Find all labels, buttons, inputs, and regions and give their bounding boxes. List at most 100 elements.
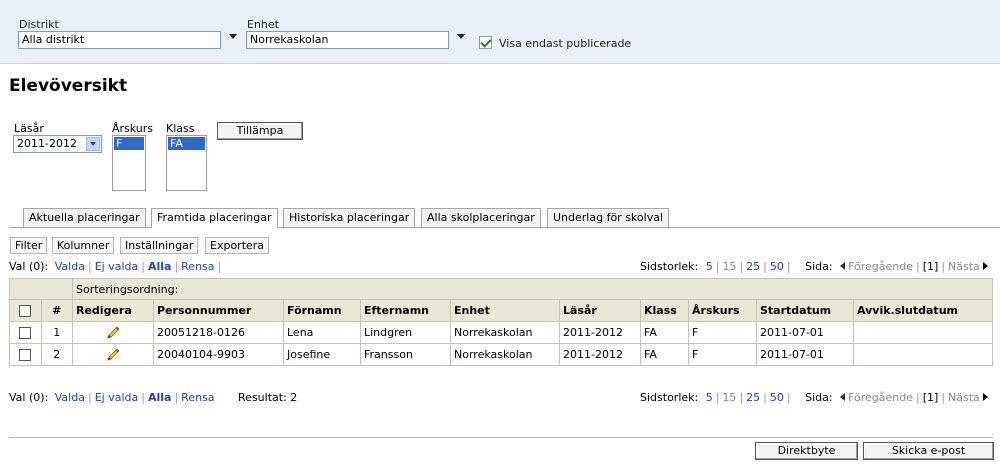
selection-bar-bottom: Val (0): Valda | Ej valda | Alla | Rensa Resul… xyxy=(9,391,298,404)
row-checkbox[interactable] xyxy=(19,349,32,361)
distrikt-dropdown-icon[interactable] xyxy=(229,34,237,39)
filter-tab[interactable]: Filter xyxy=(10,237,48,254)
col-avvik-slutdatum[interactable]: Avvik.slutdatum xyxy=(853,299,993,322)
select-alla-link[interactable]: Alla xyxy=(148,391,171,404)
row-slutdatum xyxy=(853,343,993,366)
arskurs-option[interactable]: F xyxy=(114,137,144,150)
row-personnummer: 20051218-0126 xyxy=(153,321,284,344)
col-efternamn[interactable]: Efternamn xyxy=(360,299,451,322)
prev-arrow-icon xyxy=(840,393,846,401)
rensa-link[interactable]: Rensa xyxy=(181,260,214,273)
tab-alla-skolplaceringar[interactable]: Alla skolplaceringar xyxy=(421,208,541,227)
col-klass[interactable]: Klass xyxy=(640,299,689,322)
row-efternamn: Lindgren xyxy=(360,321,451,344)
lasar-select[interactable]: 2011-2012 xyxy=(13,135,102,153)
row-startdatum: 2011-07-01 xyxy=(756,343,854,366)
select-all-cell xyxy=(9,299,42,322)
row-num: 1 xyxy=(40,321,73,344)
col-personnummer[interactable]: Personnummer xyxy=(153,299,284,322)
table-header: # Redigera Personnummer Förnamn Efternam… xyxy=(9,299,993,322)
visa-publicerade-label: Visa endast publicerade xyxy=(499,37,632,50)
prev-arrow-icon xyxy=(840,262,846,270)
select-valda-link[interactable]: Valda xyxy=(55,260,85,273)
apply-button[interactable]: Tillämpa xyxy=(217,122,303,140)
enhet-label: Enhet xyxy=(247,18,279,31)
page-size-5[interactable]: 5 xyxy=(706,260,713,273)
col-enhet[interactable]: Enhet xyxy=(450,299,560,322)
next-page-link[interactable]: Nästa xyxy=(948,391,980,404)
row-enhet: Norrekaskolan xyxy=(450,321,560,344)
distrikt-label: Distrikt xyxy=(19,18,59,31)
visa-publicerade-checkbox[interactable] xyxy=(479,36,492,49)
student-table: Sorteringsordning: # Redigera Personnumm… xyxy=(9,278,993,366)
send-email-button[interactable]: Skicka e-post xyxy=(863,442,994,460)
col-lasar[interactable]: Läsår xyxy=(559,299,641,322)
pencil-icon[interactable] xyxy=(105,325,121,341)
select-alla-link[interactable]: Alla xyxy=(148,260,171,273)
row-checkbox[interactable] xyxy=(19,327,32,339)
exportera-tab[interactable]: Exportera xyxy=(205,237,270,254)
row-lasar: 2011-2012 xyxy=(559,343,641,366)
installningar-tab[interactable]: Inställningar xyxy=(120,237,199,254)
select-all-checkbox[interactable] xyxy=(19,305,32,317)
row-personnummer: 20040104-9903 xyxy=(153,343,284,366)
prev-page-link[interactable]: Föregående xyxy=(848,391,913,404)
row-fornamn: Josefine xyxy=(283,343,361,366)
next-page-link[interactable]: Nästa xyxy=(948,260,980,273)
klass-option[interactable]: FA xyxy=(168,137,205,150)
arskurs-label: Årskurs xyxy=(112,122,154,135)
current-page: [1] xyxy=(922,391,939,404)
selection-count: Val (0): xyxy=(9,260,49,273)
enhet-input[interactable]: Norrekaskolan xyxy=(246,31,449,49)
direktbyte-button[interactable]: Direktbyte xyxy=(755,442,858,460)
row-num: 2 xyxy=(40,343,73,366)
page-size-15[interactable]: 15 xyxy=(722,260,736,273)
table-row[interactable]: 2 20040104-9903 Josefine Fransson Norrek… xyxy=(9,343,993,366)
next-arrow-icon xyxy=(982,393,988,401)
tab-historiska[interactable]: Historiska placeringar xyxy=(283,208,416,227)
page-size-25[interactable]: 25 xyxy=(746,391,760,404)
select-valda-link[interactable]: Valda xyxy=(55,391,85,404)
page-size-15[interactable]: 15 xyxy=(722,391,736,404)
lasar-label: Läsår xyxy=(14,122,44,135)
page-size-50[interactable]: 50 xyxy=(770,391,784,404)
table-row[interactable]: 1 20051218-0126 Lena Lindgren Norrekasko… xyxy=(9,321,993,344)
row-slutdatum xyxy=(853,321,993,344)
rensa-link[interactable]: Rensa xyxy=(181,391,214,404)
row-enhet: Norrekaskolan xyxy=(450,343,560,366)
col-arskurs[interactable]: Årskurs xyxy=(688,299,757,322)
pager-top: Sidstorlek: 5 | 15 | 25 | 50 | Sida: Föregående… xyxy=(640,260,988,273)
divider xyxy=(9,437,993,438)
tab-underlag-skolval[interactable]: Underlag för skolval xyxy=(547,208,669,227)
result-count: Resultat: 2 xyxy=(238,391,298,404)
prev-page-link[interactable]: Föregående xyxy=(848,260,913,273)
col-fornamn[interactable]: Förnamn xyxy=(283,299,361,322)
col-num[interactable]: # xyxy=(40,299,73,322)
enhet-dropdown-icon[interactable] xyxy=(457,34,465,39)
arskurs-listbox[interactable]: F xyxy=(112,135,146,191)
select-ej-valda-link[interactable]: Ej valda xyxy=(95,391,139,404)
filter-bar: Distrikt Alla distrikt Enhet Norrekaskol… xyxy=(0,0,1000,64)
chevron-down-icon xyxy=(86,137,100,151)
distrikt-input[interactable]: Alla distrikt xyxy=(18,31,221,49)
col-startdatum[interactable]: Startdatum xyxy=(756,299,854,322)
page-title: Elevöversikt xyxy=(9,76,128,96)
page-size-label: Sidstorlek: xyxy=(640,260,699,273)
kolumner-tab[interactable]: Kolumner xyxy=(52,237,115,254)
page-size-25[interactable]: 25 xyxy=(746,260,760,273)
row-fornamn: Lena xyxy=(283,321,361,344)
tab-aktuella[interactable]: Aktuella placeringar xyxy=(23,208,146,227)
pencil-icon[interactable] xyxy=(105,347,121,363)
col-redigera[interactable]: Redigera xyxy=(72,299,154,322)
lasar-value: 2011-2012 xyxy=(17,137,77,150)
page-size-50[interactable]: 50 xyxy=(770,260,784,273)
klass-listbox[interactable]: FA xyxy=(166,135,207,191)
page-label: Sida: xyxy=(805,260,833,273)
row-arskurs: F xyxy=(688,343,757,366)
page-size-label: Sidstorlek: xyxy=(640,391,699,404)
tab-framtida[interactable]: Framtida placeringar xyxy=(151,208,278,228)
select-ej-valda-link[interactable]: Ej valda xyxy=(95,260,139,273)
selection-count: Val (0): xyxy=(9,391,49,404)
page-size-5[interactable]: 5 xyxy=(706,391,713,404)
row-efternamn: Fransson xyxy=(360,343,451,366)
